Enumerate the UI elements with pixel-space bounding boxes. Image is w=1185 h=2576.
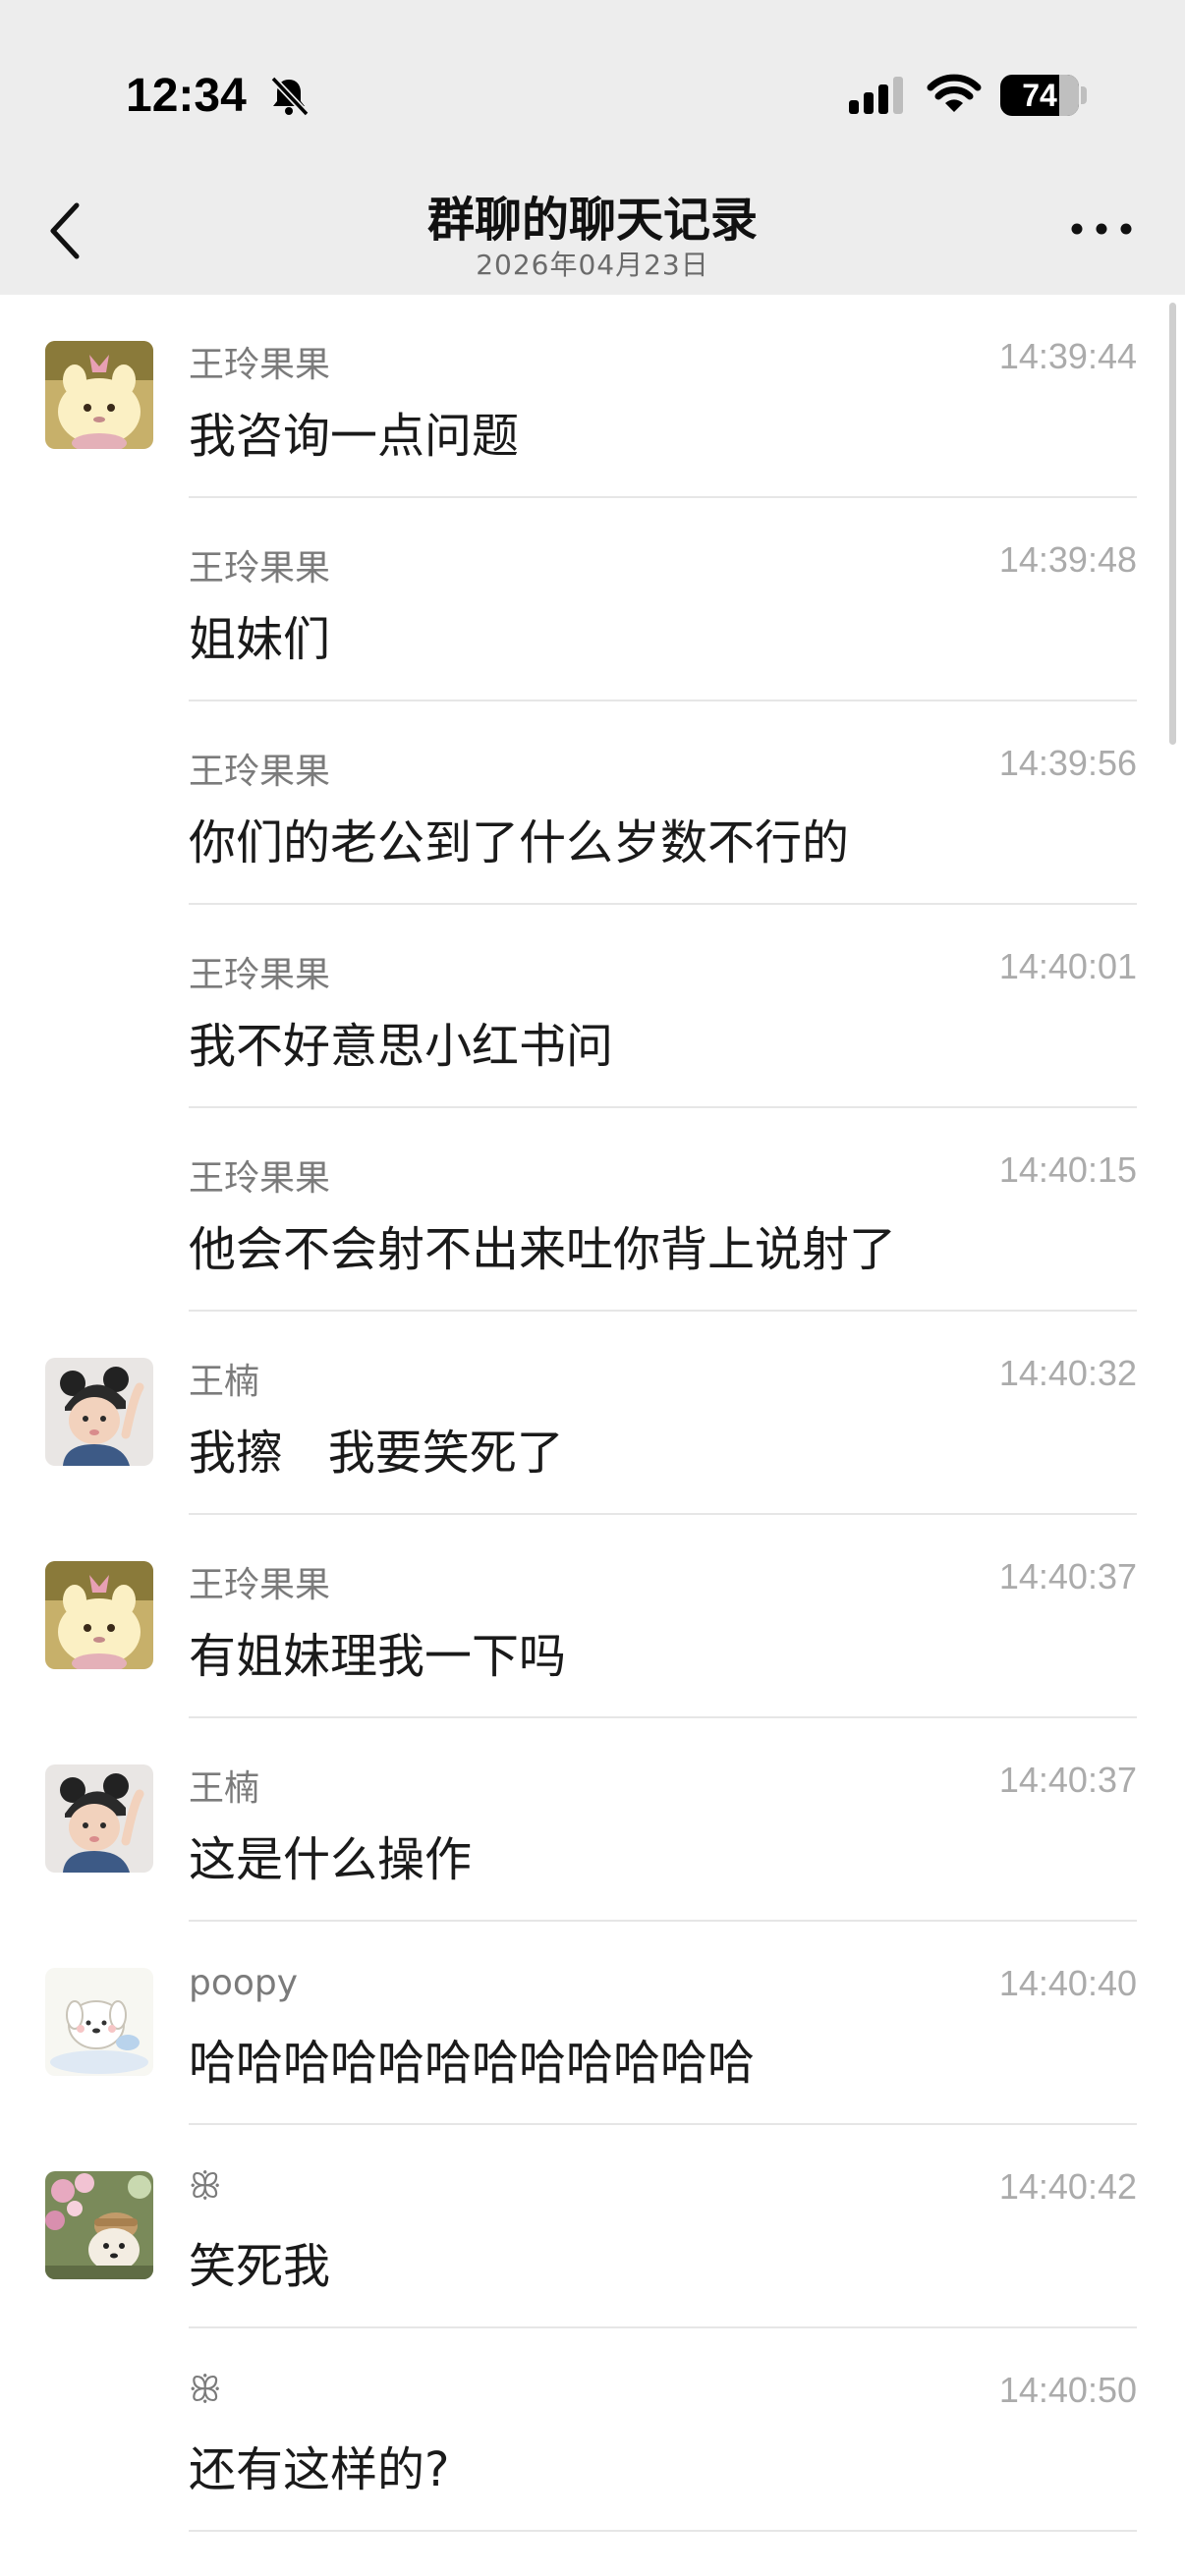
- battery-level: 74: [1022, 78, 1057, 113]
- message-time: 14:39:56: [998, 743, 1137, 783]
- message-row[interactable]: 王楠 14:40:32 我擦 我要笑死了: [0, 1312, 1185, 1515]
- message-time: 14:39:48: [998, 539, 1137, 580]
- message-time: 14:40:15: [998, 1149, 1137, 1190]
- battery-icon: 74: [1000, 75, 1079, 116]
- sender-name: 王玲果果: [189, 1565, 331, 1605]
- message-row[interactable]: poopy 14:40:40 哈哈哈哈哈哈哈哈哈哈哈哈: [0, 1922, 1185, 2125]
- sender-name: ꕥ: [189, 2166, 222, 2207]
- divider: [189, 2530, 1137, 2532]
- message-text[interactable]: 你们的老公到了什么岁数不行的: [189, 804, 849, 872]
- sender-name: 王玲果果: [189, 955, 331, 995]
- wifi-icon: [927, 74, 982, 112]
- message-row[interactable]: 王玲果果 14:40:37 有姐妹理我一下吗: [0, 1515, 1185, 1718]
- status-time: 12:34: [126, 70, 247, 122]
- avatar-plush-bear[interactable]: [45, 341, 153, 449]
- message-time: 14:39:44: [998, 336, 1137, 376]
- sender-name: ꕥ: [189, 2370, 222, 2410]
- page-date: 2026年04月23日: [476, 249, 709, 281]
- sender-name: 王玲果果: [189, 548, 331, 588]
- more-options-icon[interactable]: [1067, 214, 1136, 244]
- message-text[interactable]: 我咨询一点问题: [189, 397, 519, 466]
- message-time: 14:40:42: [998, 2166, 1137, 2207]
- sender-name: 王玲果果: [189, 345, 331, 385]
- message-list: 王玲果果 14:39:44 我咨询一点问题 王玲果果 14:39:48 姐妹们 …: [0, 295, 1185, 2532]
- bell-muted-icon: [270, 76, 310, 117]
- avatar-baby[interactable]: [45, 1358, 153, 1466]
- sender-name: poopy: [189, 1963, 299, 2003]
- status-bar: 12:34 74: [0, 0, 1185, 177]
- message-text[interactable]: 哈哈哈哈哈哈哈哈哈哈哈哈: [189, 2024, 755, 2093]
- avatar-plush-bear[interactable]: [45, 1561, 153, 1669]
- sender-name: 王玲果果: [189, 752, 331, 792]
- message-time: 14:40:40: [998, 1963, 1137, 2003]
- sender-name: 王楠: [189, 1362, 260, 1402]
- message-row[interactable]: ꕥ 14:40:42 笑死我: [0, 2125, 1185, 2328]
- message-row[interactable]: 王玲果果 14:39:48 姐妹们: [0, 498, 1185, 701]
- avatar-cartoon-dog[interactable]: [45, 1968, 153, 2076]
- message-row[interactable]: 王玲果果 14:40:01 我不好意思小红书问: [0, 905, 1185, 1108]
- message-row[interactable]: 王玲果果 14:39:44 我咨询一点问题: [0, 295, 1185, 498]
- message-text[interactable]: 姐妹们: [189, 600, 330, 669]
- message-text[interactable]: 我不好意思小红书问: [189, 1007, 613, 1076]
- message-row[interactable]: 王玲果果 14:40:15 他会不会射不出来吐你背上说射了: [0, 1108, 1185, 1312]
- battery-tip: [1081, 86, 1087, 104]
- message-text[interactable]: 他会不会射不出来吐你背上说射了: [189, 1210, 896, 1279]
- sender-name: 王楠: [189, 1768, 260, 1809]
- message-time: 14:40:37: [998, 1556, 1137, 1596]
- sender-name: 王玲果果: [189, 1158, 331, 1199]
- message-text[interactable]: 这是什么操作: [189, 1820, 472, 1889]
- message-time: 14:40:01: [998, 946, 1137, 986]
- message-time: 14:40:50: [998, 2370, 1137, 2410]
- page-title: 群聊的聊天记录: [426, 193, 758, 248]
- avatar-flower-plush[interactable]: [45, 2171, 153, 2279]
- cellular-signal-icon: [849, 77, 903, 114]
- avatar-baby[interactable]: [45, 1764, 153, 1873]
- message-text[interactable]: 笑死我: [189, 2227, 330, 2296]
- message-text[interactable]: 还有这样的?: [189, 2431, 449, 2499]
- message-row[interactable]: 王玲果果 14:39:56 你们的老公到了什么岁数不行的: [0, 701, 1185, 905]
- message-time: 14:40:37: [998, 1760, 1137, 1800]
- message-time: 14:40:32: [998, 1353, 1137, 1393]
- message-text[interactable]: 我擦 我要笑死了: [189, 1414, 564, 1483]
- message-text[interactable]: 有姐妹理我一下吗: [189, 1617, 566, 1686]
- message-row[interactable]: ꕥ 14:40:50 还有这样的?: [0, 2328, 1185, 2532]
- header-bar: 12:34 74 群聊的聊天记录 2026年04月23日: [0, 0, 1185, 295]
- message-row[interactable]: 王楠 14:40:37 这是什么操作: [0, 1718, 1185, 1922]
